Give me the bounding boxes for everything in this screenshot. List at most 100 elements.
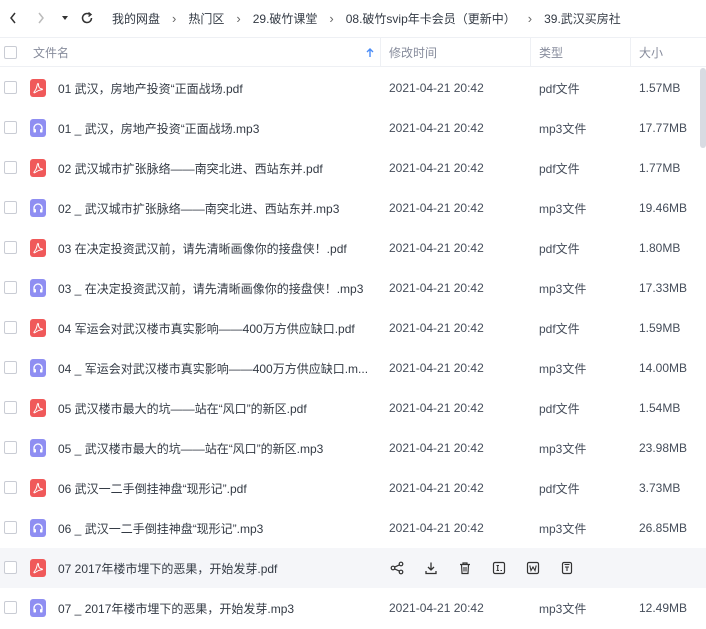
column-header-type[interactable]: 类型 (539, 44, 563, 61)
delete-icon[interactable] (457, 560, 473, 576)
breadcrumb-item[interactable]: 热门区 (188, 10, 224, 27)
more-doc-icon[interactable] (559, 560, 575, 576)
column-header-size[interactable]: 大小 (639, 44, 663, 61)
file-size: 12.49MB (639, 601, 688, 615)
word-convert-icon[interactable] (525, 560, 541, 576)
chevron-right-icon: › (236, 10, 241, 26)
row-checkbox[interactable] (4, 81, 17, 94)
chevron-right-icon: › (527, 10, 533, 26)
row-checkbox[interactable] (4, 481, 17, 494)
file-row[interactable]: 03 在决定投资武汉前，请先清晰画像你的接盘侠！.pdf 2021-04-21 2… (0, 228, 706, 268)
file-row[interactable]: 04 _ 军运会对武汉楼市真实影响——400万方供应缺口.m... 2021-04… (0, 348, 706, 388)
download-icon[interactable] (423, 560, 439, 576)
file-type: mp3文件 (539, 121, 587, 136)
audio-file-icon (30, 119, 46, 137)
refresh-icon (81, 11, 93, 24)
row-checkbox[interactable] (4, 241, 17, 254)
file-name[interactable]: 07 _ 2017年楼市埋下的恶果，开始发芽.mp3 (58, 600, 374, 617)
file-name[interactable]: 03 在决定投资武汉前，请先清晰画像你的接盘侠！.pdf (58, 240, 374, 257)
file-row[interactable]: 02 武汉城市扩张脉络——南突北进、西站东并.pdf 2021-04-21 20:… (0, 148, 706, 188)
file-mtime: 2021-04-21 20:42 (389, 401, 484, 415)
file-name[interactable]: 05 _ 武汉楼市最大的坑——站在“风口”的新区.mp3 (58, 440, 374, 457)
column-divider[interactable] (380, 38, 381, 67)
file-size: 19.46MB (639, 201, 688, 215)
select-all-checkbox[interactable] (4, 45, 17, 59)
audio-file-icon (30, 199, 46, 217)
file-name[interactable]: 03 _ 在决定投资武汉前，请先清晰画像你的接盘侠！.mp3 (58, 280, 374, 297)
file-size: 1.57MB (639, 81, 681, 95)
file-row[interactable]: 01 _ 武汉，房地产投资“正面战场.mp3 2021-04-21 20:42 mp… (0, 108, 706, 148)
file-name[interactable]: 06 武汉一二手倒挂神盘“现形记”.pdf (58, 480, 374, 497)
history-dropdown-button[interactable] (54, 7, 76, 29)
file-row[interactable]: 04 军运会对武汉楼市真实影响——400万方供应缺口.pdf 2021-04-21… (0, 308, 706, 348)
row-checkbox[interactable] (4, 601, 17, 614)
file-name[interactable]: 01 _ 武汉，房地产投资“正面战场.mp3 (58, 120, 374, 137)
file-size: 26.85MB (639, 521, 688, 535)
file-name[interactable]: 04 _ 军运会对武汉楼市真实影响——400万方供应缺口.m... (58, 360, 374, 377)
breadcrumb-item[interactable]: 29.破竹课堂 (253, 10, 318, 27)
file-row[interactable]: 06 _ 武汉一二手倒挂神盘“现形记”.mp3 2021-04-21 20:42 m… (0, 508, 706, 548)
file-name[interactable]: 06 _ 武汉一二手倒挂神盘“现形记”.mp3 (58, 520, 374, 537)
column-header-mtime[interactable]: 修改时间 (389, 44, 437, 61)
file-row[interactable]: 05 武汉楼市最大的坑——站在“风口”的新区.pdf 2021-04-21 20:… (0, 388, 706, 428)
file-name[interactable]: 01 武汉，房地产投资“正面战场.pdf (58, 80, 374, 97)
column-divider[interactable] (530, 38, 531, 67)
file-mtime: 2021-04-21 20:42 (389, 521, 484, 535)
pdf-file-icon (30, 79, 46, 97)
breadcrumb-item-current[interactable]: 39.武汉买房社 (544, 10, 621, 27)
file-row[interactable]: 07 2017年楼市埋下的恶果，开始发芽.pdf (0, 548, 706, 588)
file-row[interactable]: 03 _ 在决定投资武汉前，请先清晰画像你的接盘侠！.mp3 2021-04-21… (0, 268, 706, 308)
share-icon[interactable] (389, 560, 405, 576)
chevron-right-icon (38, 12, 44, 24)
forward-button[interactable] (30, 7, 52, 29)
file-row[interactable]: 05 _ 武汉楼市最大的坑——站在“风口”的新区.mp3 2021-04-21 2… (0, 428, 706, 468)
file-type: mp3文件 (539, 361, 587, 376)
audio-file-icon (30, 439, 46, 457)
caret-down-icon (62, 16, 68, 20)
row-checkbox[interactable] (4, 361, 17, 374)
file-mtime: 2021-04-21 20:42 (389, 601, 484, 615)
vertical-scrollbar[interactable] (700, 68, 706, 148)
file-type: pdf文件 (539, 161, 580, 176)
back-button[interactable] (2, 7, 24, 29)
file-mtime: 2021-04-21 20:42 (389, 161, 484, 175)
column-header-name[interactable]: 文件名 (33, 44, 69, 61)
column-divider[interactable] (630, 38, 631, 67)
file-name[interactable]: 04 军运会对武汉楼市真实影响——400万方供应缺口.pdf (58, 320, 374, 337)
row-checkbox[interactable] (4, 281, 17, 294)
refresh-button[interactable] (76, 7, 98, 29)
file-type: pdf文件 (539, 321, 580, 336)
file-name[interactable]: 05 武汉楼市最大的坑——站在“风口”的新区.pdf (58, 400, 374, 417)
file-row[interactable]: 01 武汉，房地产投资“正面战场.pdf 2021-04-21 20:42 pdf文… (0, 68, 706, 108)
sort-ascending-icon[interactable] (366, 47, 374, 61)
file-row[interactable]: 07 _ 2017年楼市埋下的恶果，开始发芽.mp3 2021-04-21 20:… (0, 588, 706, 628)
file-mtime: 2021-04-21 20:42 (389, 281, 484, 295)
row-checkbox[interactable] (4, 201, 17, 214)
file-size: 14.00MB (639, 361, 688, 375)
file-row[interactable]: 02 _ 武汉城市扩张脉络——南突北进、西站东并.mp3 2021-04-21 2… (0, 188, 706, 228)
file-mtime: 2021-04-21 20:42 (389, 81, 484, 95)
chevron-left-icon (10, 12, 16, 24)
file-name[interactable]: 02 武汉城市扩张脉络——南突北进、西站东并.pdf (58, 160, 374, 177)
row-checkbox[interactable] (4, 521, 17, 534)
row-checkbox[interactable] (4, 121, 17, 134)
breadcrumb: 我的网盘 › 热门区 › 29.破竹课堂 › 08.破竹svip年卡会员（更新中… (112, 10, 621, 27)
row-checkbox[interactable] (4, 161, 17, 174)
row-checkbox[interactable] (4, 441, 17, 454)
pdf-file-icon (30, 319, 46, 337)
row-checkbox[interactable] (4, 561, 17, 574)
breadcrumb-item[interactable]: 我的网盘 (112, 10, 160, 27)
row-checkbox[interactable] (4, 401, 17, 414)
audio-file-icon (30, 519, 46, 537)
top-bar: 我的网盘 › 热门区 › 29.破竹课堂 › 08.破竹svip年卡会员（更新中… (0, 0, 706, 36)
file-mtime: 2021-04-21 20:42 (389, 481, 484, 495)
row-checkbox[interactable] (4, 321, 17, 334)
file-row[interactable]: 06 武汉一二手倒挂神盘“现形记”.pdf 2021-04-21 20:42 pdf… (0, 468, 706, 508)
file-type: mp3文件 (539, 441, 587, 456)
breadcrumb-item[interactable]: 08.破竹svip年卡会员（更新中） (346, 10, 516, 27)
file-size: 1.77MB (639, 161, 681, 175)
file-mtime: 2021-04-21 20:42 (389, 201, 484, 215)
file-name[interactable]: 02 _ 武汉城市扩张脉络——南突北进、西站东并.mp3 (58, 200, 374, 217)
rename-icon[interactable] (491, 560, 507, 576)
file-name[interactable]: 07 2017年楼市埋下的恶果，开始发芽.pdf (58, 560, 374, 577)
